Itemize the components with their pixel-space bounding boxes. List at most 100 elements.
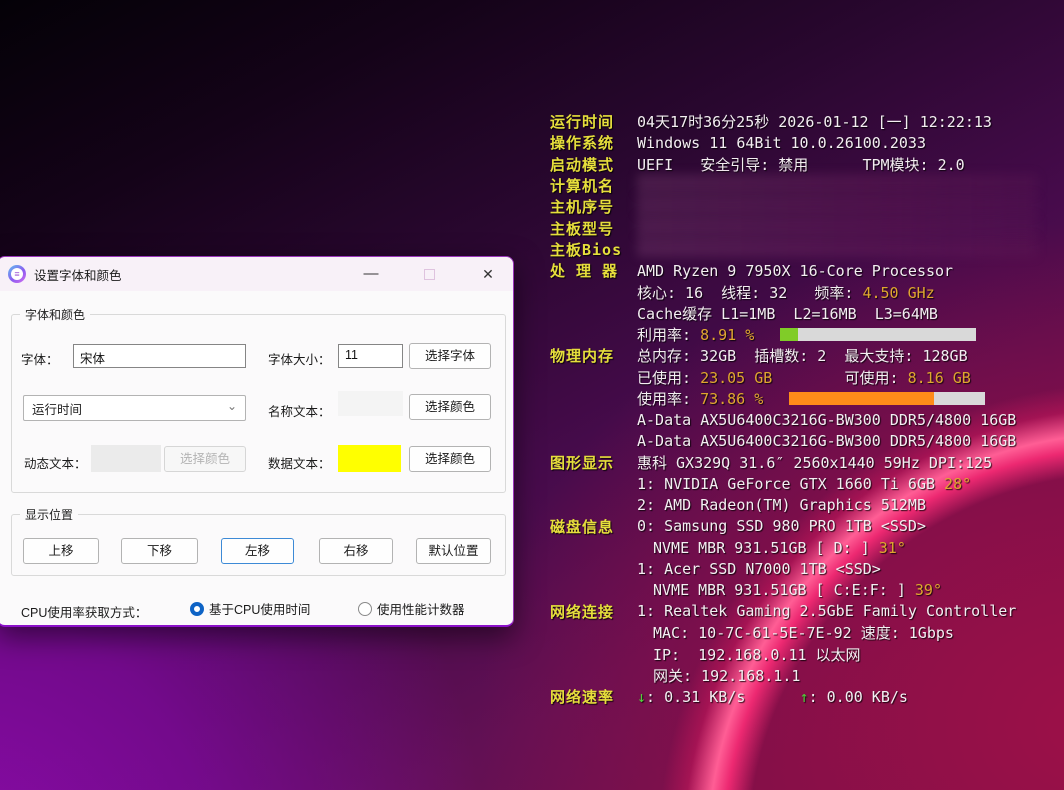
sysinfo-content: 04天17时36分25秒 2026-01-12 [一] 12:22:13: [637, 111, 992, 132]
sysinfo-text: A-Data AX5U6400C3216G-BW300 DDR5/4800 16…: [637, 432, 1016, 450]
sysinfo-row: 已使用: 23.05 GB 可使用: 8.16 GB: [550, 367, 1055, 388]
sysinfo-content: 总内存: 32GB 插槽数: 2 最大支持: 128GB: [637, 345, 968, 366]
sysinfo-text: 4.50 GHz: [862, 284, 934, 302]
sysinfo-row: A-Data AX5U6400C3216G-BW300 DDR5/4800 16…: [550, 409, 1055, 430]
minimize-button[interactable]: —: [356, 257, 386, 291]
perf-counter-radio[interactable]: 使用性能计数器: [358, 599, 465, 618]
sysinfo-content: 使用率: 73.86 %: [637, 388, 985, 409]
sysinfo-row: 核心: 16 线程: 32 频率: 4.50 GHz: [550, 281, 1055, 302]
sysinfo-row: MAC: 10-7C-61-5E-7E-92 速度: 1Gbps: [550, 622, 1055, 643]
select-data-color-button[interactable]: 选择颜色: [409, 446, 491, 472]
sysinfo-row: 网关: 192.168.1.1: [550, 665, 1055, 686]
sysinfo-content: 2: AMD Radeon(TM) Graphics 512MB: [637, 496, 926, 514]
sysinfo-text: NVME MBR 931.51GB [ C:E:F: ]: [653, 581, 915, 599]
sysinfo-text: Cache缓存 L1=1MB L2=16MB L3=64MB: [637, 305, 938, 323]
select-font-button[interactable]: 选择字体: [409, 343, 491, 369]
sysinfo-row: IP: 192.168.0.11 以太网: [550, 643, 1055, 664]
sysinfo-text: 使用率:: [637, 390, 700, 408]
move-right-button[interactable]: 右移: [319, 538, 393, 564]
close-button[interactable]: ✕: [473, 257, 503, 291]
font-size-input[interactable]: 11: [338, 344, 403, 368]
redacted-value: [637, 174, 1037, 194]
move-up-button[interactable]: 上移: [23, 538, 99, 564]
sysinfo-row: 启动模式UEFI 安全引导: 禁用 TPM模块: 2.0: [550, 154, 1055, 175]
radio-unselected-icon: [358, 602, 372, 616]
sysinfo-text: A-Data AX5U6400C3216G-BW300 DDR5/4800 16…: [637, 411, 1016, 429]
font-size-label: 字体大小：: [268, 349, 331, 368]
sysinfo-label: 计算机名: [550, 175, 637, 196]
cpu-usage-bar: [780, 328, 976, 341]
sysinfo-row: 操作系统Windows 11 64Bit 10.0.26100.2033: [550, 132, 1055, 153]
sysinfo-text: UEFI 安全引导: 禁用 TPM模块: 2.0: [637, 156, 965, 174]
sysinfo-content: 1: Acer SSD N7000 1TB <SSD>: [637, 560, 881, 578]
item-dropdown[interactable]: 运行时间 ⌄: [23, 395, 246, 421]
sysinfo-text: 0: Samsung SSD 980 PRO 1TB <SSD>: [637, 517, 926, 535]
sysinfo-label: 磁盘信息: [550, 516, 637, 537]
sysinfo-content: MAC: 10-7C-61-5E-7E-92 速度: 1Gbps: [637, 622, 954, 643]
maximize-icon: [424, 269, 435, 280]
sysinfo-text: ↓: [637, 688, 646, 706]
position-group-legend: 显示位置: [20, 506, 78, 523]
sysinfo-row: A-Data AX5U6400C3216G-BW300 DDR5/4800 16…: [550, 430, 1055, 451]
name-text-label: 名称文本：: [268, 401, 331, 420]
sysinfo-text: 73.86 %: [700, 390, 763, 408]
sysinfo-text: 23.05 GB: [700, 369, 772, 387]
sysinfo-text: 总内存: 32GB 插槽数: 2 最大支持: 128GB: [637, 347, 968, 365]
sysinfo-text: 1: NVIDIA GeForce GTX 1660 Ti 6GB: [637, 475, 944, 493]
sysinfo-row: NVME MBR 931.51GB [ D: ] 31°: [550, 537, 1055, 558]
move-left-button[interactable]: 左移: [221, 538, 294, 564]
cpu-time-radio[interactable]: 基于CPU使用时间: [190, 599, 310, 618]
sysinfo-text: 04天17时36分25秒 2026-01-12 [一] 12:22:13: [637, 113, 992, 131]
sysinfo-text: 28°: [944, 475, 971, 493]
sysinfo-label: 启动模式: [550, 154, 637, 175]
sysinfo-text: 8.91 %: [700, 326, 754, 344]
sysinfo: 运行时间04天17时36分25秒 2026-01-12 [一] 12:22:13…: [550, 111, 1055, 707]
font-input[interactable]: 宋体: [73, 344, 246, 368]
default-position-button[interactable]: 默认位置: [416, 538, 491, 564]
redacted-value: [637, 237, 1037, 257]
app-icon: ≡: [8, 265, 26, 283]
cpu-usage-bar-fill: [780, 328, 797, 341]
cpu-method-label: CPU使用率获取方式：: [21, 602, 147, 621]
sysinfo-row: 磁盘信息0: Samsung SSD 980 PRO 1TB <SSD>: [550, 516, 1055, 537]
sysinfo-content: NVME MBR 931.51GB [ D: ] 31°: [637, 539, 906, 557]
sysinfo-label: 物理内存: [550, 345, 637, 366]
sysinfo-row: 1: Acer SSD N7000 1TB <SSD>: [550, 558, 1055, 579]
menu-icon: ≡: [11, 268, 23, 280]
sysinfo-row: 2: AMD Radeon(TM) Graphics 512MB: [550, 494, 1055, 515]
maximize-button[interactable]: [414, 257, 444, 291]
item-dropdown-value: 运行时间: [32, 399, 82, 418]
sysinfo-content: 1: NVIDIA GeForce GTX 1660 Ti 6GB 28°: [637, 475, 971, 493]
sysinfo-text: 网关: 192.168.1.1: [653, 667, 800, 685]
select-name-color-button[interactable]: 选择颜色: [409, 394, 491, 420]
sysinfo-text: 可使用:: [772, 369, 907, 387]
sysinfo-content: IP: 192.168.0.11 以太网: [637, 644, 861, 665]
sysinfo-label: 处 理 器: [550, 260, 637, 281]
move-down-button[interactable]: 下移: [121, 538, 198, 564]
dynamic-text-label: 动态文本：: [24, 453, 87, 472]
sysinfo-row: 网络连接1: Realtek Gaming 2.5GbE Family Cont…: [550, 601, 1055, 622]
sysinfo-row: 1: NVIDIA GeForce GTX 1660 Ti 6GB 28°: [550, 473, 1055, 494]
sysinfo-text: 核心: 16 线程: 32 频率:: [637, 284, 862, 302]
radio-selected-icon: [190, 602, 204, 616]
sysinfo-text: ↑: [800, 688, 809, 706]
sysinfo-text: MAC: 10-7C-61-5E-7E-92 速度: 1Gbps: [653, 624, 954, 642]
select-dynamic-color-button: 选择颜色: [164, 446, 246, 472]
sysinfo-text: 31°: [879, 539, 906, 557]
sysinfo-content: 1: Realtek Gaming 2.5GbE Family Controll…: [637, 602, 1016, 620]
sysinfo-content: UEFI 安全引导: 禁用 TPM模块: 2.0: [637, 154, 965, 175]
sysinfo-text: 1: Acer SSD N7000 1TB <SSD>: [637, 560, 881, 578]
sysinfo-row: 主板Bios: [550, 239, 1055, 260]
sysinfo-row: 使用率: 73.86 %: [550, 388, 1055, 409]
sysinfo-text: 惠科 GX329Q 31.6″ 2560x1440 59Hz DPI:125: [637, 454, 992, 472]
redacted-value: [637, 216, 1037, 236]
sysinfo-label: 主板型号: [550, 218, 637, 239]
sysinfo-content: Cache缓存 L1=1MB L2=16MB L3=64MB: [637, 303, 938, 324]
sysinfo-row: 主机序号: [550, 196, 1055, 217]
sysinfo-content: 惠科 GX329Q 31.6″ 2560x1440 59Hz DPI:125: [637, 452, 992, 473]
sysinfo-row: 计算机名: [550, 175, 1055, 196]
sysinfo-text: 2: AMD Radeon(TM) Graphics 512MB: [637, 496, 926, 514]
sysinfo-text: 8.16 GB: [908, 369, 971, 387]
sysinfo-row: 运行时间04天17时36分25秒 2026-01-12 [一] 12:22:13: [550, 111, 1055, 132]
dialog-title: 设置字体和颜色: [34, 265, 122, 284]
